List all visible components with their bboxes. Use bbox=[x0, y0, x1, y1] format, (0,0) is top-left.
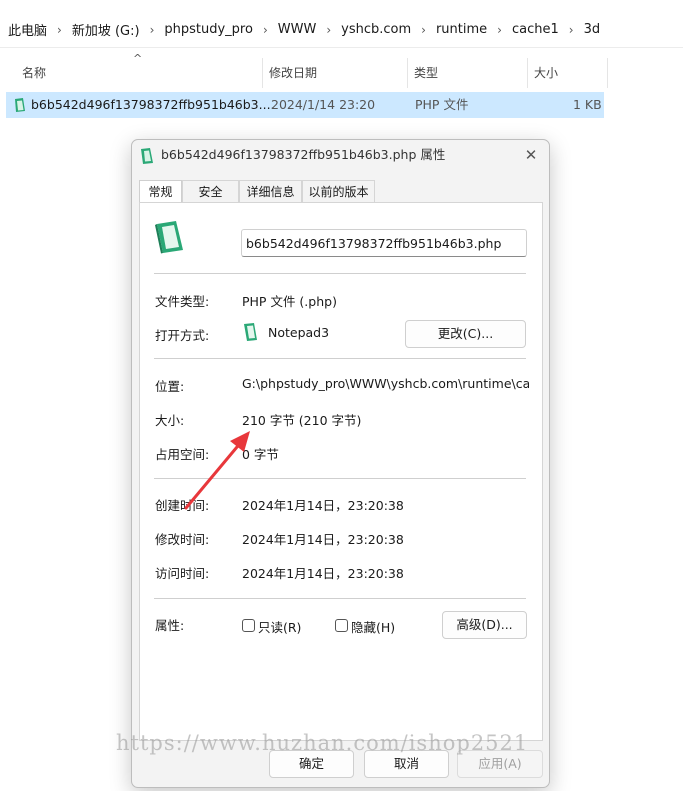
breadcrumb-item-3d[interactable]: 3d bbox=[578, 22, 607, 37]
chevron-right-icon: › bbox=[497, 22, 502, 37]
location-label: 位置: bbox=[155, 379, 185, 394]
file-modified: 2024/1/14 23:20 bbox=[271, 97, 376, 112]
file-type-label: 文件类型: bbox=[155, 294, 210, 309]
change-button[interactable]: 更改(C)... bbox=[405, 320, 526, 348]
breadcrumb-item-runtime[interactable]: runtime bbox=[430, 22, 493, 37]
hidden-label[interactable]: 隐藏(H) bbox=[351, 617, 395, 636]
close-icon[interactable]: ✕ bbox=[519, 143, 543, 167]
accessed-label: 访问时间: bbox=[155, 566, 210, 581]
divider bbox=[154, 273, 526, 274]
created-value: 2024年1月14日，23:20:38 bbox=[242, 498, 404, 513]
breadcrumb-item-site[interactable]: yshcb.com bbox=[335, 22, 417, 37]
readonly-checkbox[interactable] bbox=[242, 619, 255, 632]
dialog-title-bar[interactable]: b6b542d496f13798372ffb951b46b3.php 属性 ✕ bbox=[132, 140, 549, 170]
breadcrumb-item-this-pc[interactable]: 此电脑 bbox=[2, 20, 53, 39]
tab-details[interactable]: 详细信息 bbox=[239, 180, 302, 203]
column-header-name[interactable]: 名称 bbox=[16, 58, 263, 88]
advanced-button[interactable]: 高级(D)... bbox=[442, 611, 527, 639]
chevron-right-icon: › bbox=[57, 22, 62, 37]
divider bbox=[154, 478, 526, 479]
size-on-disk-value: 0 字节 bbox=[242, 447, 279, 462]
modified-label: 修改时间: bbox=[155, 532, 210, 547]
size-on-disk-label: 占用空间: bbox=[155, 447, 210, 462]
file-row-selected[interactable]: b6b542d496f13798372ffb951b46b3.... 2024/… bbox=[6, 92, 604, 118]
chevron-right-icon: › bbox=[421, 22, 426, 37]
tab-general[interactable]: 常规 bbox=[139, 180, 182, 204]
chevron-right-icon: › bbox=[262, 22, 268, 37]
location-value: G:\phpstudy_pro\WWW\yshcb.com\runtime\ca… bbox=[242, 376, 529, 391]
column-header-type[interactable]: 类型 bbox=[408, 58, 528, 88]
open-with-label: 打开方式: bbox=[155, 328, 210, 343]
chevron-right-icon: › bbox=[149, 22, 155, 37]
filename-input[interactable] bbox=[241, 229, 527, 257]
created-label: 创建时间: bbox=[155, 498, 210, 513]
breadcrumb-item-cache1[interactable]: cache1 bbox=[506, 22, 565, 37]
file-size: 1 KB bbox=[573, 97, 602, 112]
accessed-value: 2024年1月14日，23:20:38 bbox=[242, 566, 404, 581]
open-with-value: Notepad3 bbox=[268, 325, 330, 340]
notepad-file-icon bbox=[13, 97, 27, 113]
file-name: b6b542d496f13798372ffb951b46b3.... bbox=[31, 97, 275, 112]
breadcrumb-item-phpstudy[interactable]: phpstudy_pro bbox=[158, 22, 259, 37]
readonly-label[interactable]: 只读(R) bbox=[258, 617, 301, 636]
column-header-size[interactable]: 大小 bbox=[528, 58, 608, 88]
attributes-label: 属性: bbox=[155, 618, 185, 633]
column-header-modified[interactable]: 修改日期 bbox=[263, 58, 408, 88]
breadcrumb-item-www[interactable]: WWW bbox=[272, 22, 323, 37]
breadcrumb: 此电脑 › 新加坡 (G:) › phpstudy_pro › WWW › ys… bbox=[0, 12, 683, 48]
notepad-file-icon bbox=[154, 220, 186, 257]
chevron-right-icon: › bbox=[568, 22, 574, 37]
modified-value: 2024年1月14日，23:20:38 bbox=[242, 532, 404, 547]
notepad-file-icon bbox=[139, 146, 155, 176]
tab-previous-versions[interactable]: 以前的版本 bbox=[302, 180, 375, 203]
column-header-row: 名称 修改日期 类型 大小 bbox=[0, 58, 610, 88]
size-value: 210 字节 (210 字节) bbox=[242, 413, 362, 428]
size-label: 大小: bbox=[155, 413, 185, 428]
general-panel: 文件类型: PHP 文件 (.php) 打开方式: Notepad3 更改(C)… bbox=[139, 202, 543, 741]
chevron-right-icon: › bbox=[326, 22, 332, 37]
divider bbox=[154, 598, 526, 599]
watermark: https://www.huzhan.com/ishop2521 bbox=[116, 731, 529, 755]
divider bbox=[154, 358, 526, 359]
file-type-value: PHP 文件 (.php) bbox=[242, 294, 337, 309]
hidden-checkbox[interactable] bbox=[335, 619, 348, 632]
dialog-title: b6b542d496f13798372ffb951b46b3.php 属性 bbox=[161, 147, 446, 162]
tab-security[interactable]: 安全 bbox=[182, 180, 239, 203]
breadcrumb-item-drive[interactable]: 新加坡 (G:) bbox=[66, 20, 146, 39]
notepad3-icon bbox=[242, 322, 260, 345]
properties-dialog: b6b542d496f13798372ffb951b46b3.php 属性 ✕ … bbox=[131, 139, 550, 788]
file-type: PHP 文件 bbox=[415, 97, 469, 112]
